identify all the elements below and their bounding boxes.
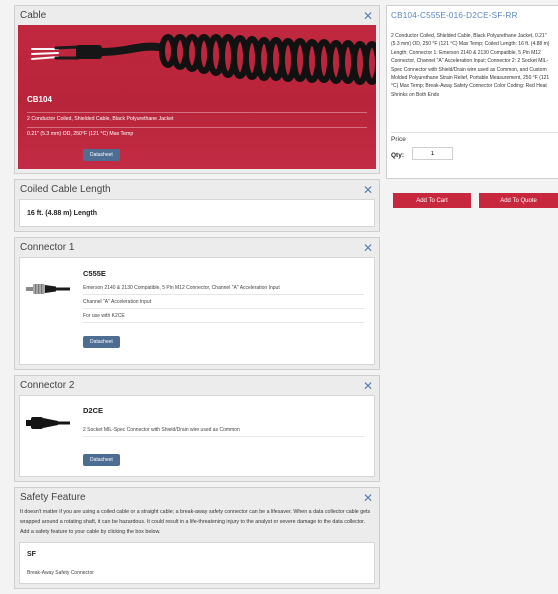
configurator-column: Cable ✕ CB104 2 Conductor Coiled, Shield… bbox=[14, 5, 380, 594]
connector-2-option[interactable]: D2CE 2 Socket MIL-Spec Connector with Sh… bbox=[19, 395, 375, 477]
connector-1-description: Emerson 2140 & 2130 Compatible, 5 Pin M1… bbox=[83, 285, 364, 295]
coiled-cable-image bbox=[31, 34, 376, 85]
m12-connector-image bbox=[26, 284, 70, 294]
connector-2-code: D2CE bbox=[83, 406, 104, 415]
connector-2-datasheet-button[interactable]: Datasheet bbox=[83, 454, 120, 466]
coiled-length-value: 16 ft. (4.88 m) Length bbox=[27, 209, 98, 217]
add-to-cart-button[interactable]: Add To Cart bbox=[393, 193, 471, 208]
order-summary-card: CB104-C555E-016-D2CE-SF-RR 2 Conductor C… bbox=[386, 5, 558, 179]
cable-hero-card[interactable]: CB104 2 Conductor Coiled, Shielded Cable… bbox=[18, 25, 376, 169]
coiled-length-option[interactable]: 16 ft. (4.88 m) Length bbox=[19, 199, 375, 227]
connector-1-option[interactable]: C555E Emerson 2140 & 2130 Compatible, 5 … bbox=[19, 257, 375, 365]
safety-feature-option[interactable]: SF Break-Away Safety Connector bbox=[19, 542, 375, 584]
cable-panel-header: Cable ✕ bbox=[15, 6, 379, 25]
close-icon[interactable]: ✕ bbox=[363, 380, 373, 392]
close-icon[interactable]: ✕ bbox=[363, 10, 373, 22]
safety-feature-label: Break-Away Safety Connector bbox=[27, 570, 94, 576]
divider bbox=[27, 112, 367, 113]
connector-1-code: C555E bbox=[83, 269, 106, 278]
safety-feature-code: SF bbox=[27, 551, 36, 558]
quantity-input[interactable] bbox=[412, 147, 453, 160]
safety-feature-description: It doesn't matter if you are using a coi… bbox=[20, 509, 371, 535]
coiled-length-panel: Coiled Cable Length ✕ 16 ft. (4.88 m) Le… bbox=[14, 179, 380, 232]
safety-feature-panel: Safety Feature ✕ It doesn't matter if yo… bbox=[14, 487, 380, 589]
connector-1-channel: Channel "A" Acceleration Input bbox=[83, 299, 364, 309]
mil-spec-connector-image bbox=[26, 417, 70, 429]
part-description: 2 Conductor Coiled, Shielded Cable, Blac… bbox=[391, 33, 550, 98]
cable-panel-title: Cable bbox=[20, 10, 47, 21]
safety-feature-title: Safety Feature bbox=[20, 492, 86, 503]
connector-1-datasheet-button[interactable]: Datasheet bbox=[83, 336, 120, 348]
divider bbox=[27, 127, 367, 128]
qty-label: Qty: bbox=[391, 152, 404, 159]
connector-2-panel: Connector 2 ✕ D2CE 2 Socket MIL-Spec Con… bbox=[14, 375, 380, 482]
connector-2-description: 2 Socket MIL-Spec Connector with Shield/… bbox=[83, 427, 364, 437]
add-to-quote-button[interactable]: Add To Quote bbox=[479, 193, 558, 208]
coiled-length-header: Coiled Cable Length ✕ bbox=[15, 180, 379, 199]
connector-1-header: Connector 1 ✕ bbox=[15, 238, 379, 257]
close-icon[interactable]: ✕ bbox=[363, 242, 373, 254]
connector-2-header: Connector 2 ✕ bbox=[15, 376, 379, 395]
safety-feature-header: Safety Feature ✕ bbox=[15, 488, 379, 507]
part-number: CB104-C555E-016-D2CE-SF-RR bbox=[391, 11, 518, 20]
connector-1-title: Connector 1 bbox=[20, 242, 75, 253]
cable-datasheet-button[interactable]: Datasheet bbox=[83, 149, 120, 161]
price-label: Price bbox=[391, 136, 406, 143]
divider bbox=[391, 132, 558, 133]
coiled-length-title: Coiled Cable Length bbox=[20, 184, 111, 195]
connector-1-compat: For use with K2CE bbox=[83, 313, 364, 323]
cable-description: 2 Conductor Coiled, Shielded Cable, Blac… bbox=[27, 116, 174, 122]
cable-panel: Cable ✕ CB104 2 Conductor Coiled, Shield… bbox=[14, 5, 380, 174]
close-icon[interactable]: ✕ bbox=[363, 184, 373, 196]
connector-2-title: Connector 2 bbox=[20, 380, 75, 391]
connector-1-panel: Connector 1 ✕ C555E Emerson 2140 & 2130 … bbox=[14, 237, 380, 370]
cable-spec: 0.21" (5.3 mm) OD, 250°F (121 °C) Max Te… bbox=[27, 131, 134, 137]
close-icon[interactable]: ✕ bbox=[363, 492, 373, 504]
cable-code: CB104 bbox=[27, 95, 52, 104]
